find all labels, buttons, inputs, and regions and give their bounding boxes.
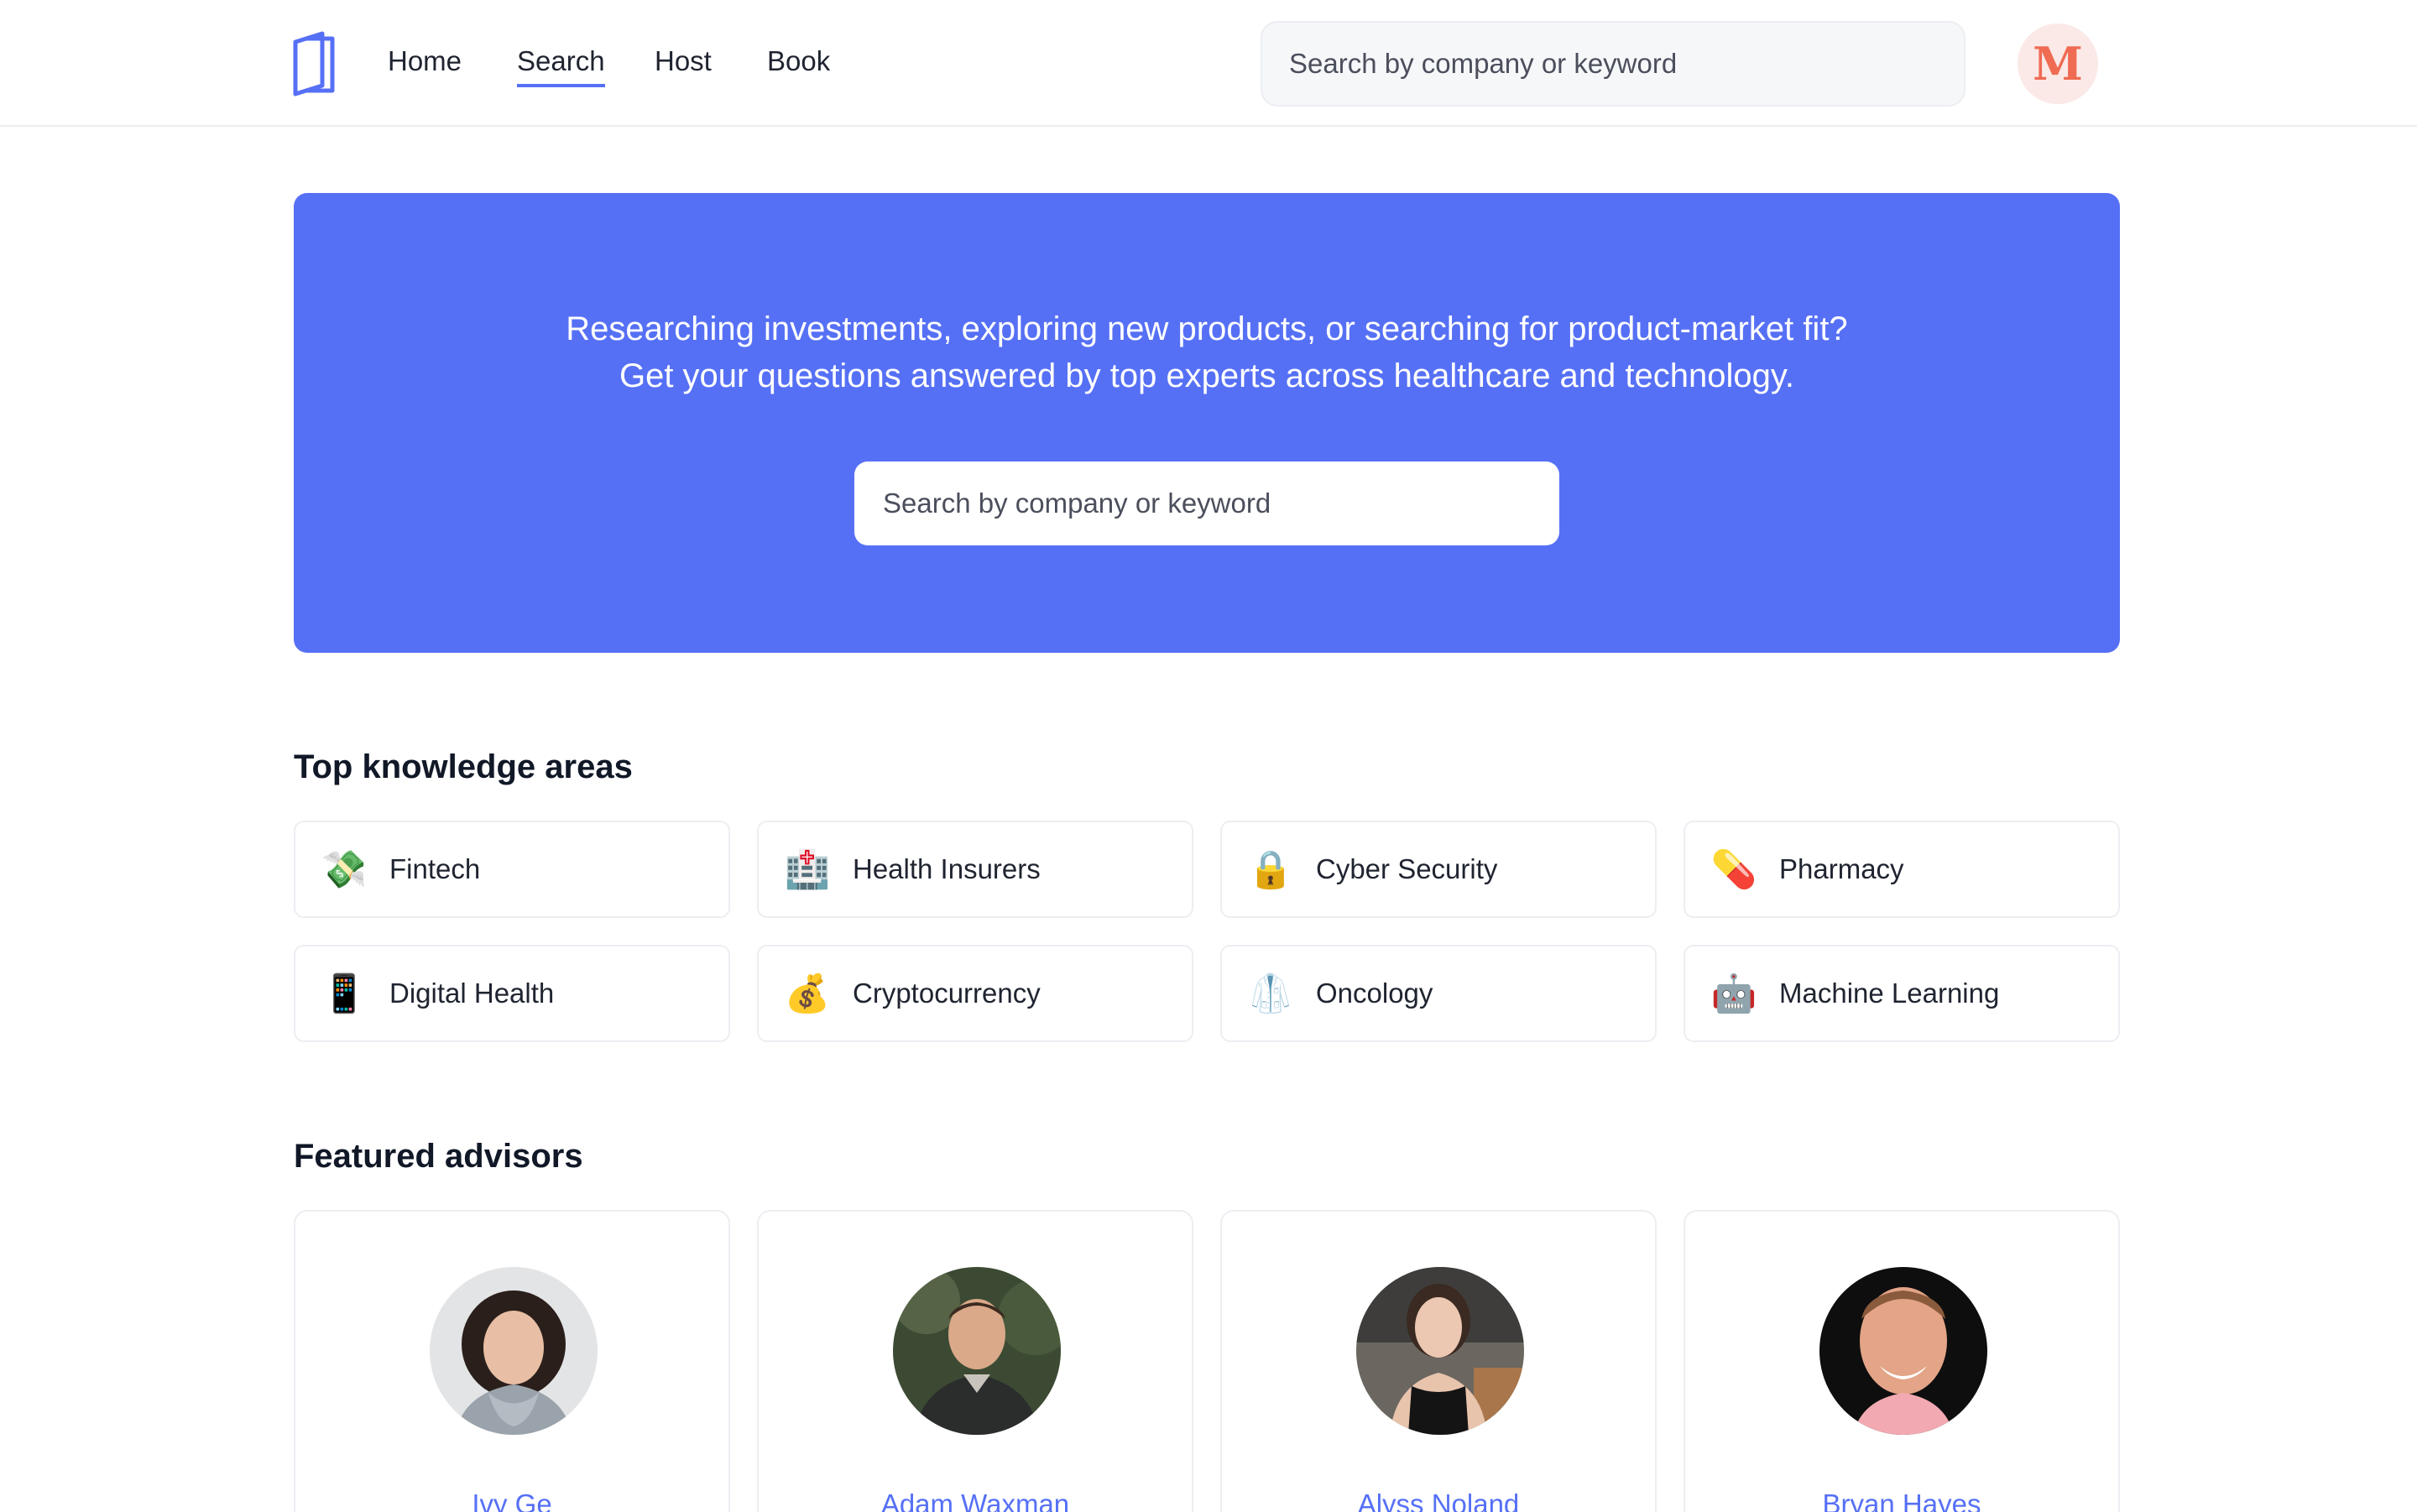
advisor-photo [1356,1267,1524,1435]
area-label: Cyber Security [1316,853,1498,884]
nav-link-search[interactable]: Search [517,42,605,87]
area-card-fintech[interactable]: 💸 Fintech [294,821,730,918]
robot-icon: 🤖 [1710,972,1757,1015]
area-label: Oncology [1316,978,1433,1009]
header-search-input[interactable] [1261,21,1965,107]
area-label: Digital Health [389,978,555,1009]
area-card-digital-health[interactable]: 📱 Digital Health [294,945,730,1042]
lock-icon: 🔒 [1247,848,1294,891]
money-bag-icon: 💰 [784,972,831,1015]
nav-link-host[interactable]: Host [655,42,712,84]
area-card-oncology[interactable]: 🥼 Oncology [1220,945,1657,1042]
lab-coat-icon: 🥼 [1247,972,1294,1015]
hero-search-input[interactable] [854,461,1559,545]
app-logo-icon[interactable] [289,30,337,97]
hospital-icon: 🏥 [784,848,831,891]
advisor-name-link[interactable]: Alyss Noland [1222,1489,1655,1512]
area-label: Pharmacy [1779,853,1904,884]
advisor-card-ivy-ge[interactable]: Ivy Ge [294,1210,730,1512]
advisor-name-link[interactable]: Adam Waxman [759,1489,1192,1512]
nav-link-home[interactable]: Home [388,42,462,84]
area-label: Fintech [389,853,481,884]
featured-advisors-title: Featured advisors [294,1138,583,1175]
area-card-pharmacy[interactable]: 💊 Pharmacy [1684,821,2120,918]
area-card-health-insurers[interactable]: 🏥 Health Insurers [757,821,1193,918]
knowledge-areas-title: Top knowledge areas [294,748,633,785]
area-label: Health Insurers [853,853,1041,884]
top-navigation-bar: Home Search Host Book M [0,0,2417,127]
advisor-card-bryan-hayes[interactable]: Bryan Hayes [1684,1210,2120,1512]
hero-headline: Researching investments, exploring new p… [566,310,1848,347]
advisor-photo [430,1267,598,1435]
area-label: Machine Learning [1779,978,2000,1009]
hero-subheadline: Get your questions answered by top exper… [619,357,1795,394]
advisor-card-alyss-noland[interactable]: Alyss Noland [1220,1210,1657,1512]
area-card-machine-learning[interactable]: 🤖 Machine Learning [1684,945,2120,1042]
pill-icon: 💊 [1710,848,1757,891]
advisor-name-link[interactable]: Ivy Ge [295,1489,728,1512]
money-with-wings-icon: 💸 [321,848,368,891]
advisor-photo [1819,1267,1987,1435]
area-card-cyber-security[interactable]: 🔒 Cyber Security [1220,821,1657,918]
hero-banner: Researching investments, exploring new p… [294,193,2120,653]
nav-link-book[interactable]: Book [767,42,830,84]
advisor-photo [893,1267,1061,1435]
user-avatar[interactable]: M [2018,23,2098,104]
area-label: Cryptocurrency [853,978,1041,1009]
mobile-phone-icon: 📱 [321,972,368,1015]
advisor-name-link[interactable]: Bryan Hayes [1685,1489,2118,1512]
area-card-cryptocurrency[interactable]: 💰 Cryptocurrency [757,945,1193,1042]
advisor-card-adam-waxman[interactable]: Adam Waxman [757,1210,1193,1512]
